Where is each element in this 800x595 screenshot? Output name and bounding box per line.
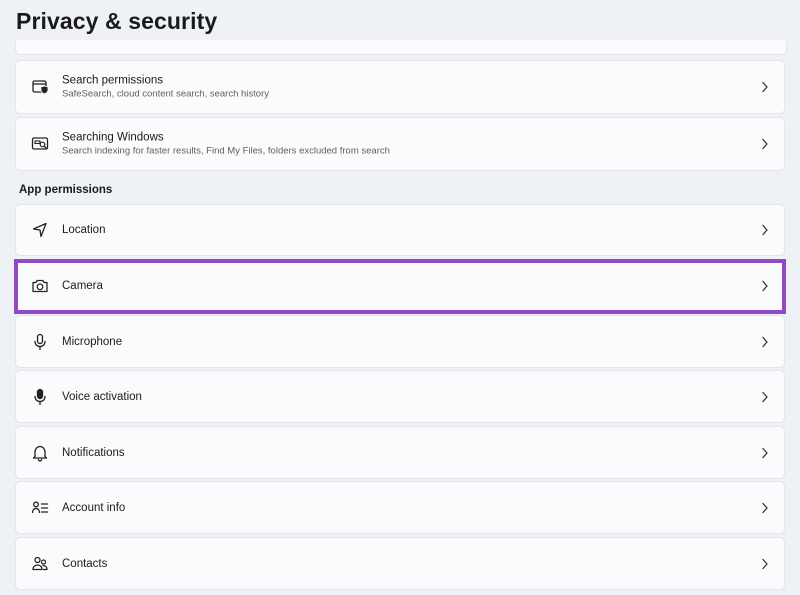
searching-windows-title: Searching Windows: [62, 131, 164, 144]
searching-windows-subtitle: Search indexing for faster results, Find…: [62, 145, 390, 157]
voice-activation-icon: [30, 387, 50, 407]
chevron-right-icon: [760, 279, 770, 293]
location-text: Location: [62, 223, 105, 237]
app-permission-contacts[interactable]: Contacts: [15, 537, 785, 590]
location-icon: [30, 220, 50, 240]
contacts-icon: [30, 554, 50, 574]
page-title: Privacy & security: [16, 8, 218, 34]
contacts-text: Contacts: [62, 557, 107, 571]
chevron-right-icon: [760, 557, 770, 571]
search-permissions-card[interactable]: Search permissions SafeSearch, cloud con…: [15, 60, 785, 114]
camera-text: Camera: [62, 279, 103, 293]
search-permissions-title: Search permissions: [62, 74, 163, 87]
chevron-right-icon: [760, 137, 770, 151]
app-permission-label: Location: [62, 224, 106, 236]
voice-activation-text: Voice activation: [62, 390, 142, 404]
app-permission-label: Contacts: [62, 557, 108, 570]
microphone-text: Microphone: [62, 335, 122, 349]
search-permissions-subtitle: SafeSearch, cloud content search, search…: [62, 88, 270, 100]
partial-settings-card[interactable]: [15, 40, 787, 55]
app-permission-label: Voice activation: [62, 390, 142, 403]
app-permission-label: Camera: [62, 280, 103, 292]
search-permissions-text: Search permissions SafeSearch, cloud con…: [62, 74, 269, 101]
section-header-app-permissions: App permissions: [19, 184, 113, 196]
searching-windows-icon: [30, 134, 50, 154]
chevron-right-icon: [760, 501, 770, 515]
app-permission-microphone[interactable]: Microphone: [15, 315, 785, 368]
app-permission-voice-activation[interactable]: Voice activation: [15, 370, 785, 423]
app-permission-label: Notifications: [62, 446, 125, 459]
chevron-right-icon: [760, 446, 770, 460]
app-permission-camera[interactable]: Camera: [15, 259, 785, 313]
bell-icon: [30, 443, 50, 463]
notifications-text: Notifications: [62, 446, 125, 460]
app-permission-notifications[interactable]: Notifications: [15, 426, 785, 479]
microphone-icon: [30, 332, 50, 352]
searching-windows-text: Searching Windows Search indexing for fa…: [62, 131, 390, 158]
account-info-icon: [30, 498, 50, 518]
chevron-right-icon: [760, 80, 770, 94]
chevron-right-icon: [760, 390, 770, 404]
camera-icon: [30, 276, 50, 296]
app-permission-location[interactable]: Location: [15, 204, 785, 256]
chevron-right-icon: [760, 223, 770, 237]
app-permission-label: Microphone: [62, 335, 123, 348]
search-permissions-icon: [30, 77, 50, 97]
app-permission-account-info[interactable]: Account info: [15, 481, 785, 534]
app-permission-label: Account info: [62, 501, 126, 514]
account-info-text: Account info: [62, 501, 125, 515]
chevron-right-icon: [760, 335, 770, 349]
searching-windows-card[interactable]: Searching Windows Search indexing for fa…: [15, 117, 785, 171]
